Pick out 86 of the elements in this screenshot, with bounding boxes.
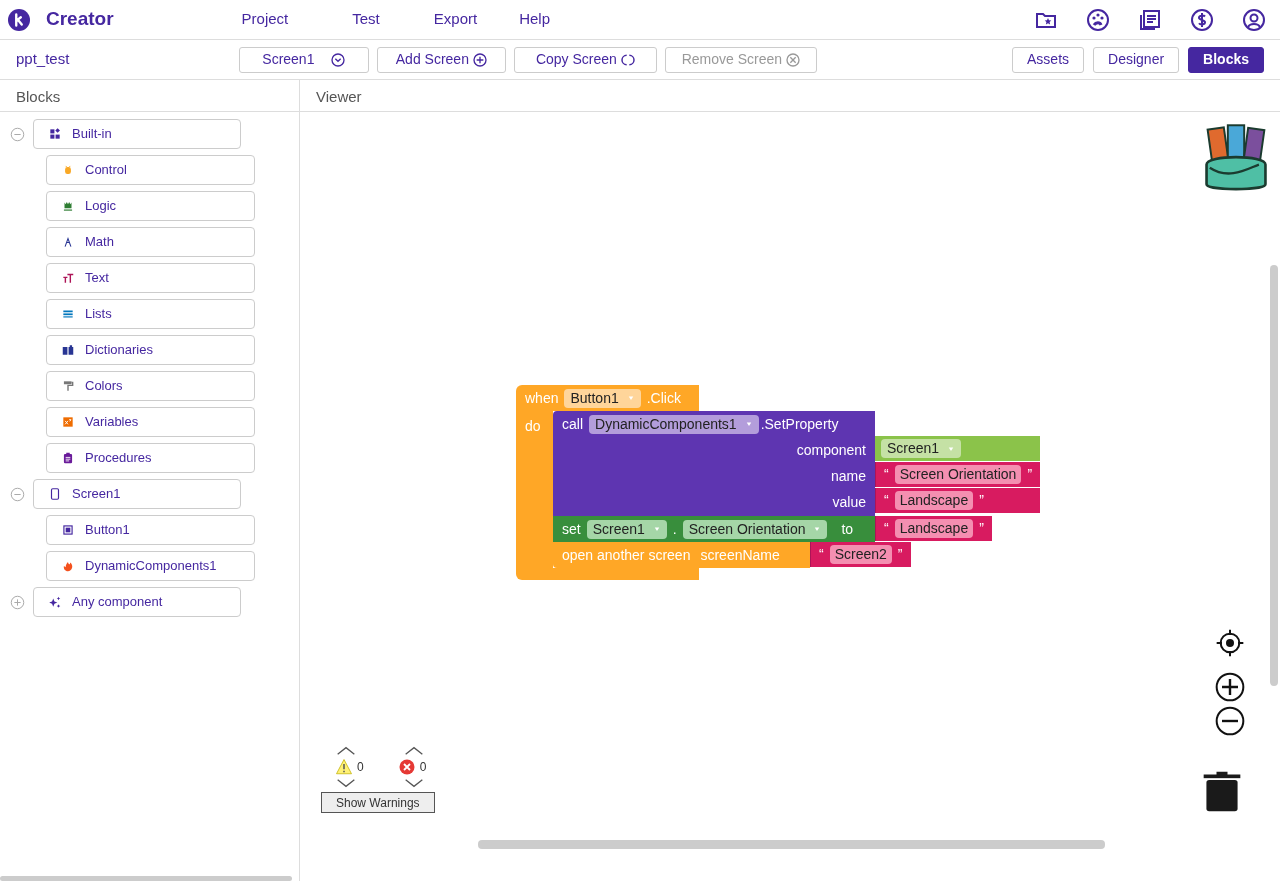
view-tab[interactable]: Assets [1012, 46, 1085, 73]
recenter-icon[interactable] [1214, 627, 1246, 659]
event-block-header[interactable]: when Button1 .Click [516, 385, 699, 411]
tree-item[interactable]: Control [46, 155, 255, 185]
tree-item[interactable]: Colors [46, 371, 255, 401]
tree-item[interactable]: Text [46, 263, 255, 293]
logo-icon[interactable] [8, 8, 30, 31]
caret-icon [813, 526, 822, 532]
paint-roller-icon [61, 379, 75, 393]
component-dropdown[interactable]: Screen Orientation [682, 519, 828, 539]
component-dropdown[interactable]: Screen1 [881, 439, 962, 458]
quote-mark: “ [884, 491, 889, 510]
caret-icon [330, 51, 347, 68]
view-tab[interactable]: Designer [1093, 46, 1180, 73]
scrollbar[interactable] [1270, 265, 1278, 686]
tree-item[interactable]: Math [46, 227, 255, 257]
error-icon [397, 758, 416, 776]
text-field[interactable]: Screen2 [829, 545, 892, 564]
tree-item[interactable]: Any component [33, 587, 241, 617]
caret-icon [626, 395, 635, 401]
quote-mark: “ [884, 519, 889, 538]
menu-item[interactable]: Export [433, 8, 478, 31]
screen-button[interactable]: Add Screen [377, 46, 507, 73]
show-warnings-button[interactable]: Show Warnings [321, 792, 435, 813]
tree-item[interactable]: DynamicComponents1 [46, 551, 255, 581]
quote-mark: ” [979, 519, 984, 538]
screen-button[interactable]: Copy Screen [514, 46, 658, 73]
quote-mark: ” [897, 545, 903, 564]
button-icon [61, 523, 75, 537]
argument-label: name [830, 466, 866, 486]
sparkle-icon [48, 595, 62, 609]
component-dropdown[interactable]: DynamicComponents1 [589, 414, 759, 434]
panel-title: Blocks [0, 80, 299, 112]
phone-icon [48, 487, 62, 501]
user-icon[interactable] [1242, 7, 1266, 32]
close-circle-icon [785, 51, 802, 68]
zoom-in-icon[interactable] [1214, 671, 1246, 703]
project-name: ppt_test [16, 49, 70, 70]
argument-label: component [796, 440, 866, 460]
tree-item[interactable]: Button1 [46, 515, 255, 545]
tree-item[interactable]: Built-in [33, 119, 241, 149]
warning-icon [335, 758, 353, 776]
view-tab[interactable]: Blocks [1188, 46, 1264, 73]
text-size-icon [61, 271, 75, 285]
text-block[interactable]: “ Landscape ” [875, 516, 992, 541]
tree-item[interactable]: Variables [46, 407, 255, 437]
text-block[interactable]: “ Landscape ” [875, 488, 1041, 513]
quote-mark: “ [819, 545, 824, 564]
document-list-icon[interactable] [1138, 7, 1162, 32]
text-field[interactable]: Landscape [894, 519, 974, 538]
book-icon [61, 343, 75, 357]
component-block[interactable]: Screen1 [875, 436, 1041, 461]
quote-mark: ” [1027, 465, 1033, 484]
variable-icon [61, 415, 75, 429]
scrollbar[interactable] [0, 876, 292, 881]
component-dropdown[interactable]: Button1 [564, 388, 641, 408]
tree-item[interactable]: Procedures [46, 443, 255, 473]
tree-item[interactable]: Dictionaries [46, 335, 255, 365]
tree-item[interactable]: Logic [46, 191, 255, 221]
app-name: Creator [46, 7, 114, 32]
text-field[interactable]: Screen Orientation [894, 465, 1022, 484]
error-count: 0 [419, 759, 427, 776]
component-dropdown[interactable]: Screen1 [586, 519, 667, 539]
argument-label: value [832, 492, 866, 512]
quote-mark: “ [884, 465, 889, 484]
plus-circle-icon [471, 51, 488, 68]
tree-item[interactable]: Lists [46, 299, 255, 329]
screen-dropdown[interactable]: Screen1 [239, 46, 370, 73]
text-block[interactable]: “ Screen2 ” [810, 542, 911, 567]
text-field[interactable]: Landscape [894, 491, 974, 510]
menu-item[interactable]: Test [352, 8, 380, 31]
clipboard-icon [61, 451, 75, 465]
zoom-out-icon[interactable] [1214, 705, 1246, 737]
set-block[interactable]: set Screen1 . Screen Orientation to [553, 516, 875, 542]
warning-count: 0 [357, 759, 364, 776]
menu-item[interactable]: Help [519, 8, 550, 31]
tree-item[interactable]: Screen1 [33, 479, 241, 509]
quote-mark: ” [979, 491, 984, 510]
widgets-icon [48, 127, 62, 141]
dollar-icon[interactable] [1190, 7, 1214, 32]
menu-item[interactable]: Project [241, 8, 289, 31]
caret-icon [744, 421, 753, 427]
scrollbar[interactable] [478, 840, 1105, 849]
caret-icon [947, 445, 956, 452]
text-block[interactable]: “ Screen Orientation ” [875, 462, 1041, 487]
caret-icon [652, 526, 661, 532]
